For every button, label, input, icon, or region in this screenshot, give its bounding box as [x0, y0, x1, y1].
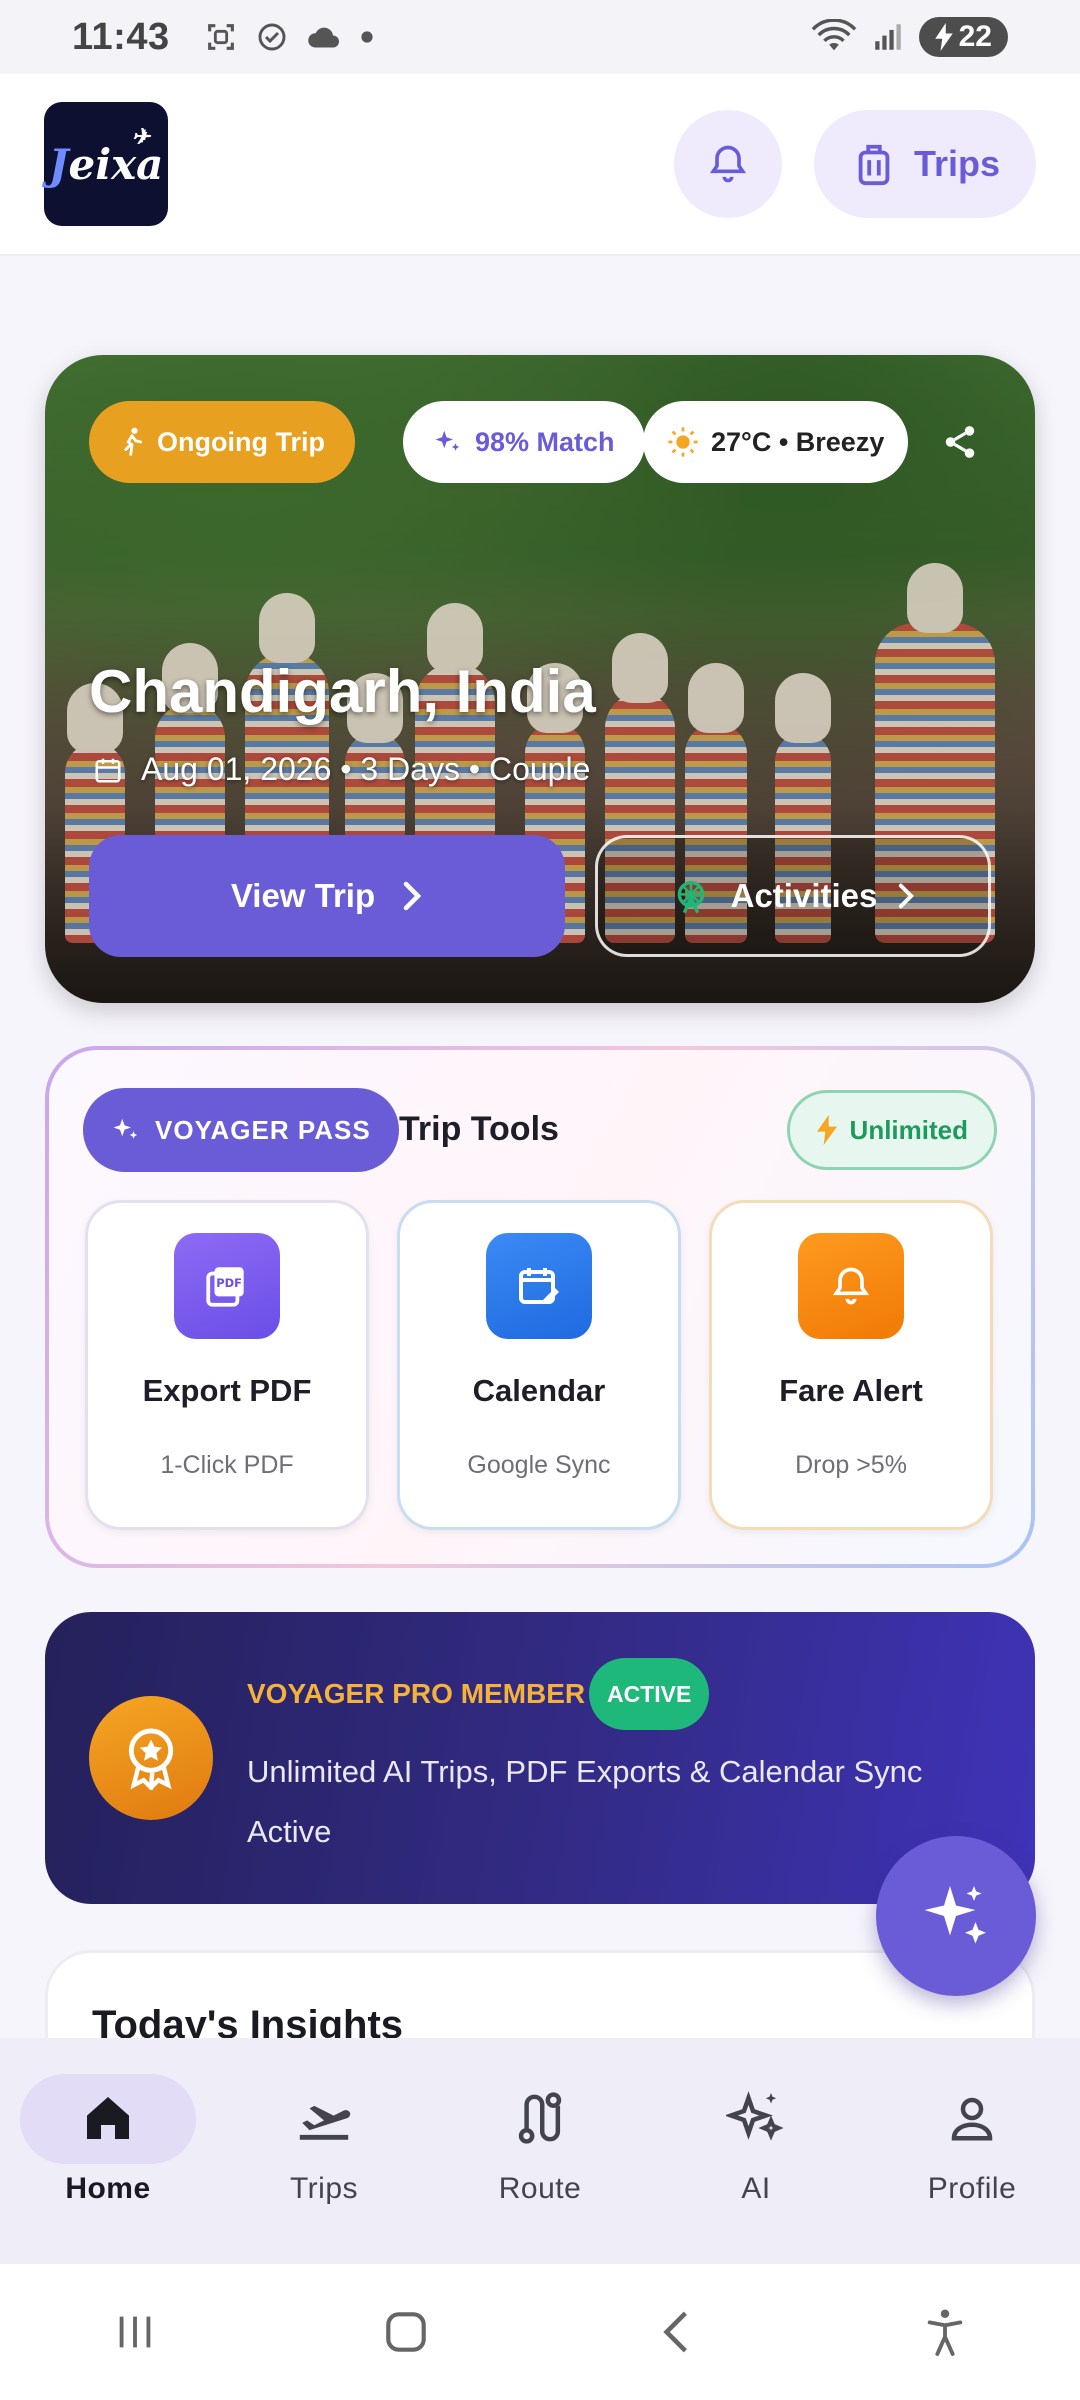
svg-text:PDF: PDF — [216, 1276, 242, 1290]
accessibility-icon[interactable] — [922, 2307, 968, 2357]
bottom-navigation: Home Trips Route AI Profile — [0, 2038, 1080, 2264]
view-trip-button[interactable]: View Trip — [89, 835, 565, 957]
notifications-button[interactable] — [673, 110, 782, 218]
system-navigation-bar — [0, 2264, 1080, 2400]
sparkles-icon — [924, 1886, 986, 1944]
route-icon — [518, 2092, 562, 2144]
weather-label: 27°C • Breezy — [711, 426, 885, 457]
export-pdf-card[interactable]: PDF Export PDF 1-Click PDF — [85, 1200, 369, 1530]
flight-takeoff-icon — [299, 2105, 351, 2140]
calendar-subtitle: Google Sync — [467, 1451, 611, 1479]
charging-icon — [934, 23, 953, 51]
bell-icon — [709, 145, 747, 183]
ongoing-trip-label: Ongoing Trip — [157, 426, 325, 457]
voyager-pass-label: VOYAGER PASS — [155, 1114, 371, 1145]
match-badge: 98% Match — [403, 401, 645, 483]
pro-member-title: VOYAGER PRO MEMBER — [247, 1678, 586, 1709]
app-logo[interactable]: ✈ Jeixa — [44, 102, 168, 226]
trip-details: Aug 01, 2026 • 3 Days • Couple — [93, 751, 590, 788]
nav-home-label: Home — [65, 2172, 151, 2205]
calendar-title: Calendar — [472, 1373, 606, 1408]
airplane-icon: ✈ — [131, 124, 150, 150]
calendar-icon — [95, 758, 121, 782]
destination-title: Chandigarh, India — [89, 658, 596, 725]
sparkles-icon — [435, 430, 460, 451]
status-bar: 11:43 22 — [0, 0, 1080, 74]
voyager-pass-badge[interactable]: VOYAGER PASS — [83, 1088, 399, 1172]
nav-ai[interactable]: AI — [648, 2038, 864, 2264]
cloud-icon — [307, 27, 339, 48]
view-trip-label: View Trip — [230, 877, 376, 914]
nav-route[interactable]: Route — [432, 2038, 648, 2264]
fare-alert-title: Fare Alert — [779, 1373, 923, 1408]
lightning-icon — [816, 1115, 837, 1145]
back-icon[interactable] — [655, 2307, 699, 2357]
check-circle-icon — [258, 23, 286, 51]
trip-tools-card: VOYAGER PASS Trip Tools Unlimited PDF Ex… — [45, 1046, 1035, 1568]
active-status-badge: ACTIVE — [589, 1658, 710, 1730]
walking-icon — [124, 427, 143, 456]
sparkles-icon — [113, 1118, 138, 1139]
ai-assistant-fab[interactable] — [876, 1836, 1036, 1996]
fare-alert-card[interactable]: Fare Alert Drop >5% — [709, 1200, 993, 1530]
status-notification-icons — [204, 20, 374, 54]
home-icon — [87, 2097, 129, 2139]
nav-profile-label: Profile — [927, 2172, 1017, 2205]
trips-button-label: Trips — [913, 143, 1000, 184]
battery-level: 22 — [958, 20, 992, 53]
calendar-card[interactable]: Calendar Google Sync — [397, 1200, 681, 1530]
status-time: 11:43 — [72, 15, 170, 58]
chevron-right-icon — [899, 883, 915, 909]
activities-label: Activities — [730, 877, 878, 914]
activities-button[interactable]: Activities — [595, 835, 991, 957]
signal-icon — [874, 24, 901, 50]
export-pdf-subtitle: 1-Click PDF — [160, 1451, 294, 1479]
nav-route-label: Route — [498, 2172, 582, 2205]
ferris-wheel-icon — [677, 881, 704, 914]
person-icon — [951, 2097, 993, 2141]
match-label: 98% Match — [475, 426, 615, 457]
nav-trips[interactable]: Trips — [216, 2038, 432, 2264]
luggage-icon — [858, 144, 890, 186]
sparkles-icon — [726, 2091, 784, 2141]
nav-profile[interactable]: Profile — [864, 2038, 1080, 2264]
battery-indicator: 22 — [918, 17, 1008, 57]
weather-badge: 27°C • Breezy — [643, 401, 909, 483]
calendar-edit-icon — [486, 1233, 592, 1339]
nav-ai-label: AI — [741, 2172, 771, 2205]
unlimited-badge: Unlimited — [786, 1090, 997, 1170]
ongoing-trip-badge: Ongoing Trip — [89, 401, 355, 483]
app-header: ✈ Jeixa Trips — [0, 74, 1080, 256]
unlimited-label: Unlimited — [849, 1114, 968, 1145]
trip-tools-title: Trip Tools — [399, 1110, 559, 1148]
nav-trips-label: Trips — [289, 2172, 359, 2205]
nav-home[interactable]: Home — [0, 2038, 216, 2264]
export-pdf-title: Export PDF — [142, 1373, 312, 1408]
share-button[interactable] — [935, 417, 985, 467]
award-badge-icon — [89, 1696, 213, 1820]
share-icon — [945, 426, 975, 458]
trip-details-text: Aug 01, 2026 • 3 Days • Couple — [141, 751, 591, 787]
screenshot-icon — [207, 24, 234, 50]
pro-member-description: Unlimited AI Trips, PDF Exports & Calend… — [247, 1754, 923, 1849]
bell-icon — [798, 1233, 904, 1339]
chevron-right-icon — [403, 881, 422, 911]
wifi-icon — [811, 19, 856, 51]
sun-icon — [668, 427, 698, 457]
logo-letter: J — [48, 139, 69, 189]
pdf-icon: PDF — [174, 1233, 280, 1339]
ongoing-trip-card[interactable]: Ongoing Trip 98% Match 27°C • Breezy Cha… — [45, 355, 1035, 1003]
pro-member-card[interactable]: VOYAGER PRO MEMBER ACTIVE Unlimited AI T… — [45, 1612, 1035, 1904]
trips-button[interactable]: Trips — [813, 110, 1036, 218]
dot-icon — [360, 31, 373, 43]
fare-alert-subtitle: Drop >5% — [795, 1451, 907, 1479]
recent-apps-icon[interactable] — [112, 2309, 158, 2355]
home-button-icon[interactable] — [381, 2307, 431, 2357]
